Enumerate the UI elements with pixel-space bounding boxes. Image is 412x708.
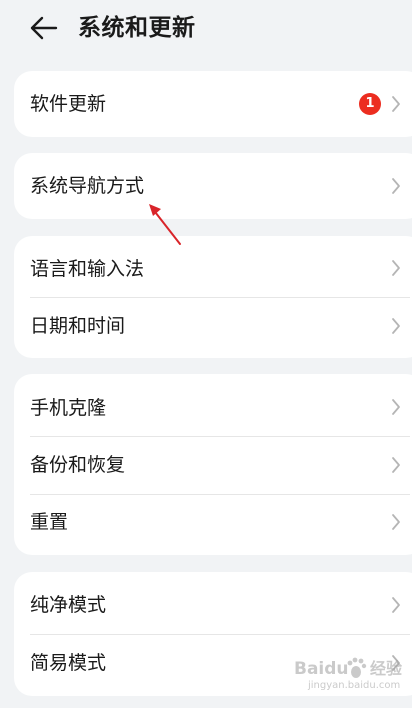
row-label: 简易模式 xyxy=(30,652,107,674)
settings-page: 系统和更新 软件更新 1 系统导航方式 语言和输入法 日期和时间 手机克隆 备份… xyxy=(0,0,412,708)
settings-group-navigation: 系统导航方式 xyxy=(14,153,412,219)
row-label: 语言和输入法 xyxy=(30,258,145,280)
row-label: 手机克隆 xyxy=(30,397,107,419)
row-date-time[interactable]: 日期和时间 xyxy=(14,297,412,358)
row-reset[interactable]: 重置 xyxy=(14,494,412,555)
update-count-badge: 1 xyxy=(359,93,381,115)
row-phone-clone[interactable]: 手机克隆 xyxy=(14,374,412,436)
row-pure-mode[interactable]: 纯净模式 xyxy=(14,572,412,634)
chevron-right-icon xyxy=(392,260,400,276)
chevron-right-icon xyxy=(392,597,400,613)
chevron-right-icon xyxy=(392,318,400,334)
row-label: 备份和恢复 xyxy=(30,454,126,476)
chevron-right-icon xyxy=(392,514,400,530)
page-title: 系统和更新 xyxy=(78,15,196,41)
row-label: 日期和时间 xyxy=(30,315,126,337)
row-language-input[interactable]: 语言和输入法 xyxy=(14,236,412,297)
chevron-right-icon xyxy=(392,178,400,194)
row-label: 重置 xyxy=(30,511,69,533)
header: 系统和更新 xyxy=(0,0,412,56)
row-simple-mode[interactable]: 简易模式 xyxy=(14,634,412,696)
chevron-right-icon xyxy=(392,399,400,415)
row-label: 系统导航方式 xyxy=(30,175,145,197)
row-system-navigation[interactable]: 系统导航方式 xyxy=(14,153,412,219)
chevron-right-icon xyxy=(392,457,400,473)
row-software-update[interactable]: 软件更新 1 xyxy=(14,71,412,137)
settings-group-backup: 手机克隆 备份和恢复 重置 xyxy=(14,374,412,555)
row-backup-restore[interactable]: 备份和恢复 xyxy=(14,436,412,494)
chevron-right-icon xyxy=(392,655,400,671)
row-label: 软件更新 xyxy=(30,93,107,115)
settings-group-update: 软件更新 1 xyxy=(14,71,412,137)
chevron-right-icon xyxy=(392,96,400,112)
settings-group-language-time: 语言和输入法 日期和时间 xyxy=(14,236,412,358)
row-label: 纯净模式 xyxy=(30,594,107,616)
arrow-left-icon[interactable] xyxy=(28,14,58,42)
settings-group-modes: 纯净模式 简易模式 xyxy=(14,572,412,696)
